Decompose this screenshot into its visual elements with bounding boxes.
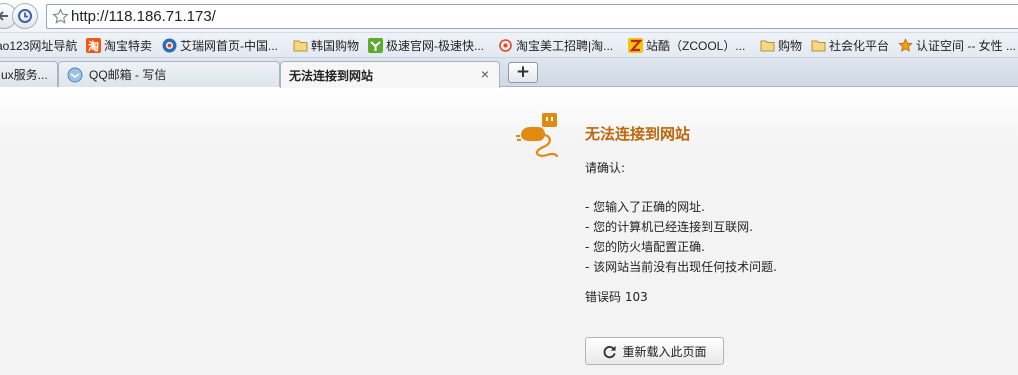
reload-button[interactable]: 重新载入此页面 (585, 337, 724, 365)
reload-label: 重新载入此页面 (622, 344, 707, 359)
tab-error[interactable]: 无法连接到网站 × (280, 61, 500, 88)
bookmark-item[interactable]: ao123网址导航 (0, 36, 77, 55)
disconnected-plug-icon (516, 113, 559, 158)
target-icon (498, 38, 513, 53)
folder-icon (760, 38, 775, 53)
check-item: - 您的防火墙配置正确. (585, 240, 705, 254)
bookmark-item[interactable]: 韩国购物 (293, 36, 359, 55)
check-list: - 您输入了正确的网址. - 您的计算机已经连接到互联网. - 您的防火墙配置正… (585, 197, 777, 277)
folder-icon (293, 38, 308, 53)
bookmark-item[interactable]: 淘 淘宝特卖 (86, 36, 152, 55)
bookmark-item[interactable]: 站酷（ZCOOL）... (628, 36, 745, 55)
bookmark-item[interactable]: 社会化平台 (811, 36, 889, 55)
zcool-icon (628, 38, 643, 53)
clock-icon (18, 9, 32, 23)
bookmarks-bar: ao123网址导航 淘 淘宝特卖 艾瑞网首页-中国... 韩国购物 极速官网-极… (0, 33, 1018, 58)
back-arrow-icon (0, 11, 8, 21)
confirm-label: 请确认: (585, 161, 626, 175)
taobao-icon: 淘 (86, 38, 101, 53)
address-toolbar (0, 0, 1018, 33)
jisu-icon (368, 38, 383, 53)
history-button[interactable] (12, 3, 38, 29)
url-box[interactable] (46, 4, 1018, 29)
bookmark-item[interactable]: 购物 (760, 36, 802, 55)
iresearch-icon (162, 38, 177, 53)
close-tab-icon[interactable]: × (479, 67, 491, 81)
tab-qq-mail[interactable]: QQ邮箱 - 写信 (58, 61, 280, 87)
reload-icon (604, 345, 617, 358)
check-item: - 您输入了正确的网址. (585, 200, 705, 214)
bookmark-item[interactable]: 艾瑞网首页-中国... (162, 36, 278, 55)
qq-mail-icon (67, 67, 83, 83)
folder-icon (811, 38, 826, 53)
check-item: - 该网站当前没有出现任何技术问题. (585, 260, 777, 274)
tab-ux[interactable]: ux服务... (0, 61, 58, 87)
check-item: - 您的计算机已经连接到互联网. (585, 220, 753, 234)
bookmark-item[interactable]: 极速官网-极速快... (368, 36, 484, 55)
new-tab-button[interactable]: + (508, 62, 538, 83)
bookmark-item[interactable]: 淘宝美工招聘|淘... (498, 36, 613, 55)
star-icon (898, 38, 913, 53)
svg-text:淘: 淘 (88, 39, 99, 53)
error-title: 无法连接到网站 (585, 125, 691, 143)
bookmark-item[interactable]: 认证空间 -- 女性 ... (898, 36, 1016, 55)
error-code: 错误码 103 (585, 290, 648, 304)
bookmark-star-icon[interactable] (52, 8, 69, 25)
error-page: 无法连接到网站 请确认: - 您输入了正确的网址. - 您的计算机已经连接到互联… (0, 87, 1018, 375)
url-input[interactable] (71, 7, 971, 26)
